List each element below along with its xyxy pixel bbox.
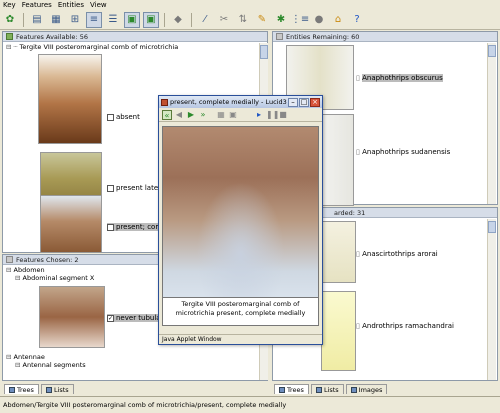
open-key-icon[interactable]: ✿ — [2, 12, 18, 28]
scissors-icon[interactable]: ✂ — [216, 12, 232, 28]
tree-icon[interactable]: ⊞ — [67, 12, 83, 28]
state-checkbox[interactable] — [107, 113, 114, 121]
popup-title: present, complete medially - Lucid3 — [170, 98, 287, 106]
entity-thumbnail-ramachandrai[interactable] — [321, 291, 356, 371]
tag-icon[interactable]: ◆ — [170, 12, 186, 28]
sort-icon[interactable]: ⇅ — [235, 12, 251, 28]
panel-icon — [6, 33, 13, 40]
home-icon[interactable]: ⌂ — [330, 12, 346, 28]
toolbar: ✿ ▤ ▦ ⊞ ≡ ☰ ▣ ▣ ◆ ⁄ ✂ ⇅ ✎ ✱ ⋮≡ ● ⌂ ? — [0, 10, 500, 30]
entity-file-icon: ▯ — [356, 148, 360, 156]
entity-row-sudanensis[interactable]: ▯ Anaphothrips sudanensis — [356, 148, 450, 156]
tree-node-antennae[interactable]: ⊟ Antennae — [6, 353, 45, 361]
filter-icon[interactable]: ✱ — [273, 12, 289, 28]
popup-toolbar: « ◀ ▶ » ▦ ▣ ▸ ❚❚ ■ — [159, 108, 322, 122]
lists-tab-icon — [315, 386, 322, 393]
chosen-thumbnail[interactable] — [39, 286, 105, 348]
help-icon[interactable]: ? — [349, 12, 365, 28]
left-tab-bar: Trees Lists — [2, 382, 74, 394]
popup-specimen-image — [162, 126, 319, 298]
stop-icon[interactable]: ■ — [278, 110, 288, 120]
tab-trees-right[interactable]: Trees — [274, 384, 309, 394]
state-checkbox[interactable] — [107, 223, 114, 231]
entities-icon[interactable]: ▦ — [48, 12, 64, 28]
tag-alt-icon[interactable]: ● — [311, 12, 327, 28]
close-button[interactable]: × — [310, 97, 320, 107]
entity-file-icon: ▯ — [356, 322, 360, 330]
menu-features[interactable]: Features — [22, 1, 52, 9]
toolbar-separator — [191, 12, 192, 27]
lists-tab-icon — [45, 386, 52, 393]
entity-row-obscurus[interactable]: ▯ Anaphothrips obscurus — [356, 74, 443, 82]
play-icon[interactable]: ▸ — [254, 110, 264, 120]
popup-title-bar[interactable]: present, complete medially - Lucid3 – □ … — [159, 96, 322, 108]
entity-row-ramachandrai[interactable]: ▯ Androthrips ramachandrai — [356, 322, 454, 330]
tab-images-right[interactable]: Images — [345, 384, 388, 394]
toolbar-separator — [164, 12, 165, 27]
panel-icon — [6, 256, 13, 263]
entities-remaining-title: Entities Remaining: 60 — [286, 32, 360, 41]
tree-node-abdominal-segment-x[interactable]: ⊟ Abdominal segment X — [15, 274, 94, 282]
toolbar-separator — [23, 12, 24, 27]
tree-node-tergite[interactable]: ⊟ ┄ Tergite VIII posteromarginal comb of… — [6, 43, 178, 51]
popup-footer: Java Applet Window — [159, 334, 322, 344]
tab-lists-right[interactable]: Lists — [310, 384, 344, 394]
maximize-button[interactable]: □ — [299, 97, 309, 107]
trees-tab-icon — [9, 386, 15, 393]
entity-thumbnail-arorai[interactable] — [321, 221, 356, 283]
entities-remaining-scrollbar[interactable] — [487, 43, 496, 204]
grid-view-icon[interactable]: ▦ — [216, 110, 226, 120]
list-icon[interactable]: ≡ — [86, 11, 102, 28]
image-icon[interactable]: ▣ — [124, 11, 140, 28]
wand-icon[interactable]: ⁄ — [197, 12, 213, 28]
features-available-title: Features Available: 56 — [16, 32, 88, 41]
state-thumbnail-absent[interactable] — [38, 54, 102, 144]
menu-bar: Key Features Entities View — [0, 0, 500, 10]
panel-icon — [276, 33, 283, 40]
image-viewer-window: present, complete medially - Lucid3 – □ … — [158, 95, 323, 345]
popup-caption: Tergite VIII posteromarginal comb of mic… — [162, 298, 319, 326]
pause-icon[interactable]: ❚❚ — [266, 110, 279, 120]
fit-view-icon[interactable]: ▣ — [228, 110, 238, 120]
menu-view[interactable]: View — [90, 1, 107, 9]
minimize-button[interactable]: – — [288, 97, 298, 107]
subset-icon[interactable]: ⋮≡ — [291, 12, 309, 28]
first-image-icon[interactable]: « — [162, 109, 172, 120]
state-thumbnail-complete[interactable] — [40, 195, 102, 253]
right-tab-bar: Trees Lists Images — [272, 382, 388, 394]
image-alt-icon[interactable]: ▣ — [143, 11, 159, 28]
entities-discarded-scrollbar[interactable] — [487, 219, 496, 380]
tree-node-abdomen[interactable]: ⊟ Abdomen — [6, 266, 45, 274]
list-alt-icon[interactable]: ☰ — [105, 12, 121, 28]
target-icon[interactable]: ✎ — [254, 12, 270, 28]
next-image-icon[interactable]: ▶ — [186, 110, 196, 120]
images-tab-icon — [350, 386, 357, 393]
window-icon — [161, 98, 168, 106]
entity-row-arorai[interactable]: ▯ Anascirtothrips arorai — [356, 250, 438, 258]
entity-file-icon: ▯ — [356, 74, 360, 82]
tab-lists-left[interactable]: Lists — [40, 384, 74, 394]
tab-trees-left[interactable]: Trees — [4, 384, 39, 394]
last-image-icon[interactable]: » — [198, 110, 208, 120]
menu-key[interactable]: Key — [3, 1, 16, 9]
status-bar: Abdomen/Tergite VIII posteromarginal com… — [0, 396, 500, 413]
chosen-checkbox[interactable]: ✓ — [107, 314, 114, 322]
entities-remaining-header: Entities Remaining: 60 — [273, 32, 497, 42]
features-icon[interactable]: ▤ — [29, 12, 45, 28]
entity-file-icon: ▯ — [356, 250, 360, 258]
state-row-absent[interactable]: absent — [107, 113, 140, 121]
previous-image-icon[interactable]: ◀ — [174, 110, 184, 120]
trees-tab-icon — [279, 386, 285, 393]
tree-node-antennal-segments[interactable]: ⊟ Antennal segments — [15, 361, 86, 369]
features-chosen-title: Features Chosen: 2 — [16, 255, 79, 264]
menu-entities[interactable]: Entities — [58, 1, 84, 9]
state-checkbox[interactable] — [107, 184, 114, 192]
entities-discarded-title: arded: 31 — [334, 208, 366, 217]
features-available-header: Features Available: 56 — [3, 32, 267, 42]
